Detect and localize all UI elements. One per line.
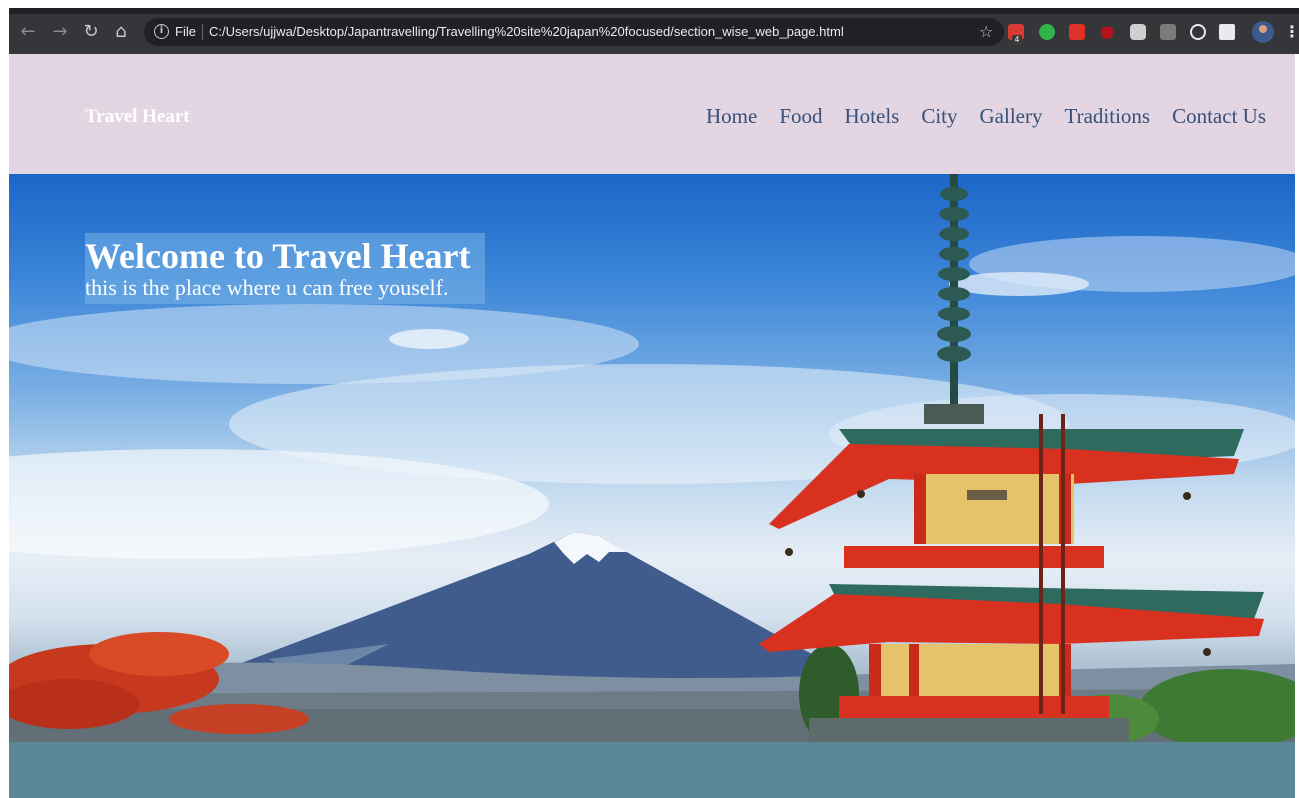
camera-icon[interactable]: [1130, 24, 1146, 40]
site-header: Travel Heart Home Food Hotels City Galle…: [9, 54, 1295, 174]
reload-icon[interactable]: ↻: [80, 21, 102, 43]
forward-icon[interactable]: →: [49, 21, 71, 43]
main-nav: Home Food Hotels City Gallery Traditions…: [706, 103, 1266, 129]
next-section-band: [9, 742, 1295, 798]
nav-food[interactable]: Food: [779, 103, 822, 129]
info-icon[interactable]: i: [154, 24, 169, 39]
nav-hotels[interactable]: Hotels: [845, 103, 900, 129]
url-scheme-label: File: [175, 24, 196, 39]
extension-box-icon[interactable]: [1069, 24, 1085, 40]
tab-strip: [9, 8, 1299, 14]
nav-home[interactable]: Home: [706, 103, 757, 129]
mount-fuji: [239, 532, 869, 684]
extension-green-icon[interactable]: [1039, 24, 1055, 40]
nav-contact-us[interactable]: Contact Us: [1172, 103, 1266, 129]
hero-subtitle: this is the place where u can free youse…: [85, 275, 449, 300]
profile-avatar[interactable]: [1252, 21, 1274, 43]
scrollbar-gutter: [1295, 54, 1299, 798]
nav-traditions[interactable]: Traditions: [1065, 103, 1151, 129]
url-divider: [202, 24, 203, 40]
nav-gallery[interactable]: Gallery: [980, 103, 1043, 129]
puzzle-icon[interactable]: [1219, 24, 1235, 40]
hero-banner: Welcome to Travel Heart this is the plac…: [9, 174, 1295, 742]
back-icon[interactable]: ←: [17, 21, 39, 43]
menu-icon[interactable]: ⋮: [1284, 21, 1299, 43]
react-icon[interactable]: [1190, 24, 1206, 40]
extension-badge: 4: [1012, 35, 1022, 45]
browser-toolbar: ← → ↻ ⌂ i File C:/Users/ujjwa/Desktop/Ja…: [9, 8, 1299, 54]
address-bar[interactable]: i File C:/Users/ujjwa/Desktop/Japantrave…: [144, 18, 1004, 46]
ublock-icon[interactable]: [1101, 27, 1113, 39]
home-icon[interactable]: ⌂: [110, 21, 132, 43]
hero-title: Welcome to Travel Heart: [85, 236, 471, 276]
url-text[interactable]: C:/Users/ujjwa/Desktop/Japantravelling/T…: [209, 23, 844, 41]
star-icon[interactable]: ☆: [979, 21, 993, 43]
nav-city[interactable]: City: [921, 103, 957, 129]
hero-caption: Welcome to Travel Heart this is the plac…: [85, 233, 485, 304]
brand-logo[interactable]: Travel Heart: [85, 105, 190, 129]
chart-icon[interactable]: [1160, 24, 1176, 40]
